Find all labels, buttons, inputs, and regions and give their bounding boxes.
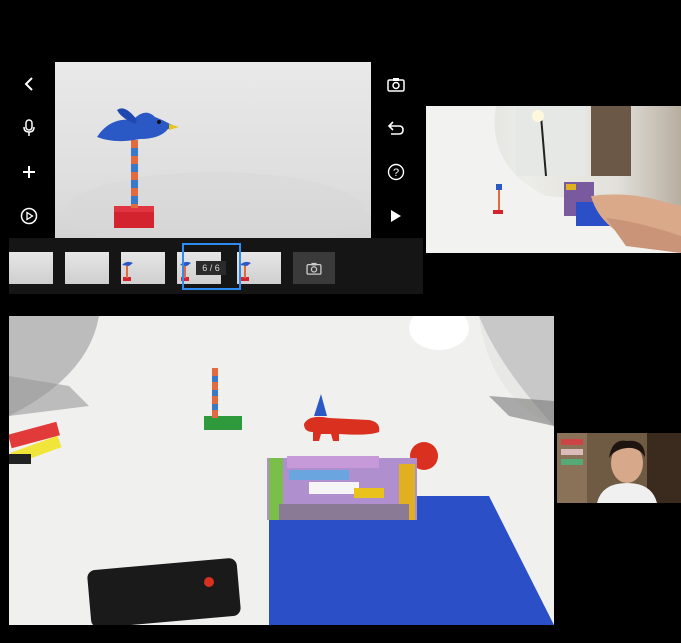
playback-settings-button[interactable]	[15, 202, 43, 230]
microphone-button[interactable]	[15, 114, 43, 142]
frame-thumbnail[interactable]	[121, 252, 165, 284]
video-feed-presenter	[557, 433, 681, 503]
frame-thumbnail[interactable]	[9, 252, 53, 284]
video-feed-overhead-view	[9, 316, 554, 625]
undo-button[interactable]	[382, 114, 410, 142]
microphone-icon	[23, 119, 35, 136]
capture-button[interactable]	[382, 70, 410, 98]
frame-thumbnail[interactable]	[237, 252, 281, 284]
video-feed-side-view	[426, 106, 681, 253]
undo-icon	[387, 121, 404, 135]
camera-icon	[387, 77, 405, 92]
preview-scene	[65, 108, 365, 238]
play-icon	[391, 210, 401, 222]
back-button[interactable]	[15, 70, 43, 98]
frame-thumbnail[interactable]	[65, 252, 109, 284]
add-button[interactable]	[15, 158, 43, 186]
playback-settings-icon	[20, 207, 38, 225]
help-button[interactable]: ?	[382, 158, 410, 186]
play-button[interactable]	[382, 202, 410, 230]
frame-counter: 6 / 6	[196, 261, 226, 275]
back-icon	[24, 77, 33, 91]
help-icon: ?	[387, 163, 405, 181]
plus-icon	[23, 166, 35, 178]
camera-icon	[306, 262, 322, 275]
svg-text:?: ?	[393, 167, 399, 179]
add-frame-button[interactable]	[293, 252, 335, 284]
frame-preview	[55, 62, 371, 238]
